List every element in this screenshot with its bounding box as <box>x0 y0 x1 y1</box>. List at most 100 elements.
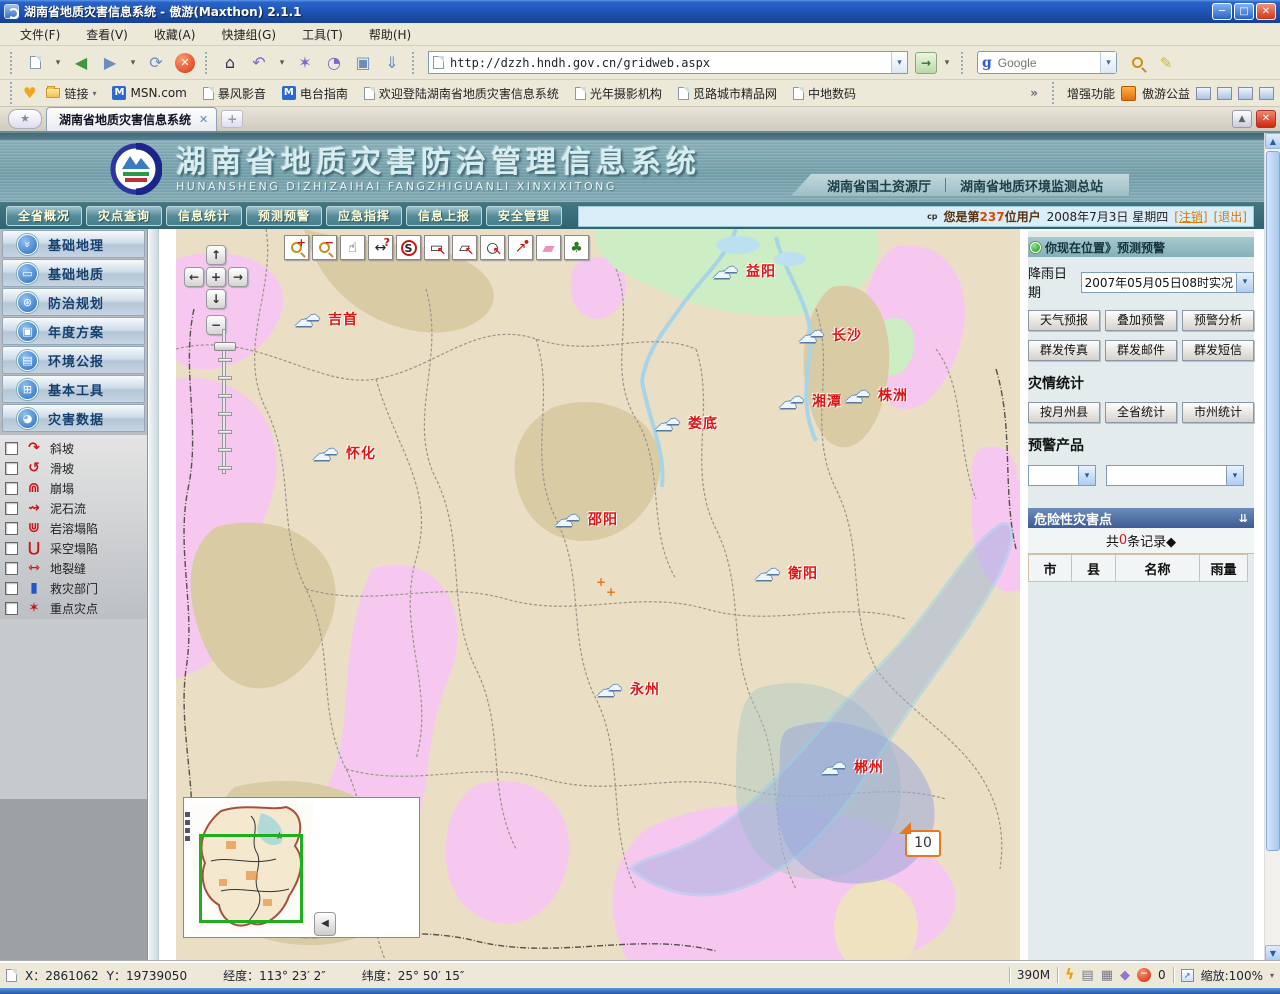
exit-link[interactable]: [退出] <box>1214 208 1247 225</box>
maxthon-charity-link[interactable]: 傲游公益 <box>1142 85 1190 102</box>
nav-tab-province-overview[interactable]: 全省概况 <box>6 206 82 226</box>
new-tab-button[interactable]: + <box>221 110 243 128</box>
menu-view[interactable]: 查看(V) <box>74 23 140 46</box>
bookmark-radio-guide[interactable]: M电台指南 <box>276 83 354 104</box>
history-clock-button[interactable]: ◔ <box>321 50 347 76</box>
province-stats-button[interactable]: 全省统计 <box>1105 402 1177 423</box>
resize-icon[interactable]: ↗ <box>1181 969 1194 982</box>
zoom-slider-thumb[interactable] <box>214 342 236 351</box>
danger-points-header[interactable]: 危险性灾害点 ⇊ <box>1028 508 1254 528</box>
undo-dropdown-icon[interactable]: ▾ <box>275 50 289 76</box>
filter-icon[interactable]: ◆ <box>1120 968 1130 983</box>
nav-tab-info-statistics[interactable]: 信息统计 <box>166 206 242 226</box>
scroll-up-arrow[interactable]: ▲ <box>1265 133 1280 149</box>
bookmark-links-folder[interactable]: 链接▾ <box>40 83 102 104</box>
rain-date-select[interactable]: 2007年05月05日08时实况 ▾ <box>1081 272 1254 293</box>
nav-tab-security-management[interactable]: 安全管理 <box>486 206 562 226</box>
tab-list-star-button[interactable]: ★ <box>8 109 42 129</box>
overlay-warning-button[interactable]: 叠加预警 <box>1105 310 1177 331</box>
printer-icon[interactable]: ▤ <box>1081 968 1093 983</box>
monthly-county-button[interactable]: 按月州县 <box>1028 402 1100 423</box>
weather-forecast-button[interactable]: 天气预报 <box>1028 310 1100 331</box>
scroll-down-arrow[interactable]: ▼ <box>1265 945 1280 961</box>
skin-icon[interactable] <box>1196 87 1211 100</box>
warning-analysis-button[interactable]: 预警分析 <box>1182 310 1254 331</box>
url-dropdown-icon[interactable]: ▾ <box>891 52 907 73</box>
history-dropdown-icon[interactable]: ▾ <box>126 50 140 76</box>
menu-tools[interactable]: 工具(T) <box>290 23 355 46</box>
product-select-1[interactable]: ▾ <box>1028 465 1096 486</box>
eraser-tool[interactable]: ▰ <box>536 235 561 260</box>
zoom-slider-track[interactable] <box>222 329 226 474</box>
window-icon[interactable] <box>1217 87 1232 100</box>
pan-up-button[interactable]: ↑ <box>206 245 226 265</box>
layer-checkbox[interactable] <box>5 522 18 535</box>
map-viewport[interactable]: ↑ ← + → ↓ − + − ☝ ↔? S <box>176 229 1020 962</box>
sidebar-button-environment-bulletin[interactable]: ▤环境公报 <box>2 346 145 374</box>
minimize-button[interactable]: ─ <box>1212 3 1232 20</box>
scroll-top-button[interactable]: ▲ <box>1232 110 1252 128</box>
circle-select-tool[interactable]: ○↖ <box>480 235 505 260</box>
bookmark-city-boutique[interactable]: 觅路城市精品网 <box>672 83 783 104</box>
overview-minimap[interactable]: ★ ◀ <box>183 797 420 938</box>
sidebar-button-annual-plan[interactable]: ▣年度方案 <box>2 317 145 345</box>
stop-button[interactable]: ✕ <box>172 50 198 76</box>
sidebar-button-prevention-planning[interactable]: ⊛防治规划 <box>2 288 145 316</box>
enhance-features-link[interactable]: 增强功能 <box>1067 85 1115 102</box>
bookmark-hunan-disaster-site[interactable]: 欢迎登陆湖南省地质灾害信息系统 <box>358 83 565 104</box>
mass-fax-button[interactable]: 群发传真 <box>1028 340 1100 361</box>
close-button[interactable]: ✕ <box>1256 3 1276 20</box>
maxthon-charity-icon[interactable] <box>1121 86 1136 101</box>
new-page-dropdown-icon[interactable]: ▾ <box>51 50 65 76</box>
point-select-tool[interactable]: ↗• <box>508 235 533 260</box>
city-stats-button[interactable]: 市州统计 <box>1182 402 1254 423</box>
tab-close-icon[interactable]: ✕ <box>199 113 208 126</box>
scale-tool[interactable]: S <box>396 235 421 260</box>
zoom-dropdown-icon[interactable]: ▾ <box>1270 971 1274 980</box>
refresh-button[interactable]: ⟳ <box>143 50 169 76</box>
logout-link[interactable]: [注销] <box>1174 208 1207 225</box>
pan-center-button[interactable]: + <box>206 267 226 287</box>
title-bar[interactable]: 湖南省地质灾害信息系统 - 傲游(Maxthon) 2.1.1 ─ □ ✕ <box>0 0 1280 23</box>
rect-select-tool[interactable]: ▭↖ <box>424 235 449 260</box>
zoom-in-tool[interactable]: + <box>284 235 309 260</box>
forward-button[interactable]: ▶ <box>97 50 123 76</box>
go-button[interactable]: → <box>915 52 937 74</box>
window-manager-button[interactable]: ▣ <box>350 50 376 76</box>
layer-checkbox[interactable] <box>5 462 18 475</box>
sidebar-button-disaster-data[interactable]: ◕灾害数据 <box>2 404 145 432</box>
close-tab-button[interactable]: ✕ <box>1256 110 1276 128</box>
map-flag-marker[interactable]: 10 <box>905 830 941 857</box>
layer-checkbox[interactable] <box>5 602 18 615</box>
zoom-level[interactable]: 缩放:100% <box>1201 967 1263 984</box>
pan-down-button[interactable]: ↓ <box>206 289 226 309</box>
menu-file[interactable]: 文件(F) <box>8 23 72 46</box>
layer-checkbox[interactable] <box>5 502 18 515</box>
magic-wand-button[interactable]: ✶ <box>292 50 318 76</box>
sidebar-button-base-geography[interactable]: »基础地理 <box>2 230 145 258</box>
pan-hand-tool[interactable]: ☝ <box>340 235 365 260</box>
highlight-button[interactable]: ✎ <box>1153 50 1179 76</box>
nav-tab-emergency-command[interactable]: 应急指挥 <box>326 206 402 226</box>
minimap-collapse-button[interactable]: ◀ <box>314 912 336 936</box>
sidebar-splitter[interactable] <box>149 229 159 961</box>
undo-button[interactable]: ↶ <box>246 50 272 76</box>
home-button[interactable]: ⌂ <box>217 50 243 76</box>
address-bar[interactable]: ▾ <box>428 51 908 74</box>
polygon-select-tool[interactable]: ▱↖ <box>452 235 477 260</box>
minimap-viewport-rect[interactable] <box>199 834 303 923</box>
layer-checkbox[interactable] <box>5 542 18 555</box>
pan-right-button[interactable]: → <box>228 267 248 287</box>
popup-blocker-icon[interactable]: ▦ <box>1101 968 1113 983</box>
measure-distance-tool[interactable]: ↔? <box>368 235 393 260</box>
notes-icon[interactable] <box>1238 87 1253 100</box>
maximize-button[interactable]: □ <box>1234 3 1254 20</box>
layer-checkbox[interactable] <box>5 482 18 495</box>
nav-tab-info-report[interactable]: 信息上报 <box>406 206 482 226</box>
layer-checkbox[interactable] <box>5 442 18 455</box>
search-dropdown-icon[interactable]: ▾ <box>1100 52 1116 73</box>
bookmark-zhongdi[interactable]: 中地数码 <box>787 83 862 104</box>
url-input[interactable] <box>448 55 891 71</box>
menu-groups[interactable]: 快捷组(G) <box>209 23 288 46</box>
boost-icon[interactable]: ϟ <box>1065 967 1074 983</box>
